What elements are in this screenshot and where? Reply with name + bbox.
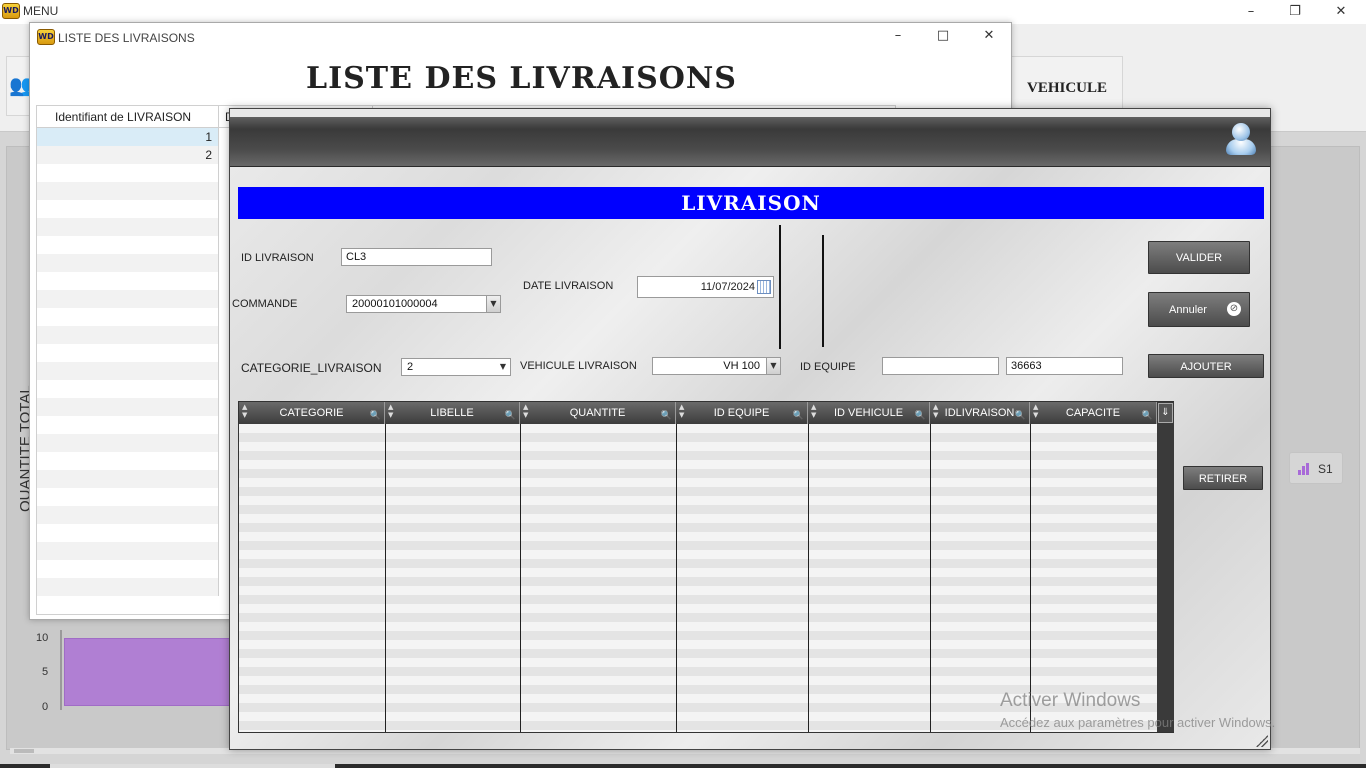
grid-column-categorie[interactable]: ▲ ▼ CATEGORIE 🔍 — [239, 402, 385, 424]
nav-vehicule-button[interactable]: VEHICULE — [1011, 56, 1123, 116]
y-tick-label: 0 — [42, 701, 49, 713]
table-row[interactable]: 2 — [37, 146, 219, 164]
legend-series-label: S1 — [1318, 462, 1333, 476]
date-livraison-input[interactable]: 11/07/2024 — [637, 276, 774, 298]
sort-icon: ▲ ▼ — [933, 403, 939, 419]
calendar-icon[interactable] — [757, 280, 771, 294]
liste-titlebar: WD LISTE DES LIVRAISONS – □ ✕ — [30, 23, 1011, 51]
grid-column-capacite[interactable]: ▲ ▼ CAPACITE 🔍 — [1030, 402, 1157, 424]
sort-icon: ▲ ▼ — [811, 403, 817, 419]
date-livraison-label: DATE LIVRAISON — [523, 280, 614, 292]
separator — [779, 225, 781, 349]
livraison-window: LIVRAISON ID LIVRAISON COMMANDE 20000101… — [229, 108, 1271, 750]
table-row[interactable]: 1 — [37, 128, 219, 146]
id-livraison-label: ID LIVRAISON — [241, 252, 314, 264]
activation-watermark-text: Accédez aux paramètres pour activer Wind… — [1000, 715, 1276, 730]
grid-header: ▲ ▼ CATEGORIE 🔍 ▲ ▼ LIBELLE 🔍 ▲ ▼ QUANTITE 🔍 ▲ ▼ ID… — [239, 402, 1157, 424]
chart-legend: S1 — [1289, 452, 1343, 484]
sort-icon: ▲ ▼ — [523, 403, 529, 419]
grid-column-libelle[interactable]: ▲ ▼ LIBELLE 🔍 — [385, 402, 520, 424]
sort-icon: ▲ ▼ — [242, 403, 248, 419]
sort-icon: ▲ ▼ — [388, 403, 394, 419]
vehicule-livraison-select[interactable]: VH 100 ▼ — [652, 357, 781, 375]
retirer-button[interactable]: RETIRER — [1183, 466, 1263, 490]
ajouter-button[interactable]: AJOUTER — [1148, 354, 1264, 378]
sort-icon: ▲ ▼ — [1033, 403, 1039, 419]
annuler-button[interactable]: Annuler ⊘ — [1148, 292, 1250, 327]
id-livraison-input[interactable] — [341, 248, 492, 266]
chevron-down-icon[interactable]: ▼ — [486, 296, 500, 312]
liste-heading: LISTE DES LIVRAISONS — [306, 61, 737, 96]
main-window-title: MENU — [23, 4, 59, 18]
resize-grip[interactable] — [1256, 735, 1268, 747]
close-button[interactable]: ✕ — [974, 26, 1004, 46]
users-icon: 👥 — [9, 75, 34, 97]
grid-column-quantite[interactable]: ▲ ▼ QUANTITE 🔍 — [520, 402, 676, 424]
id-equipe-label: ID EQUIPE — [800, 361, 856, 373]
commande-select[interactable]: 20000101000004 ▼ — [346, 295, 501, 313]
grid-body[interactable] — [239, 424, 1157, 732]
categorie-livraison-select[interactable]: 2 ▼ — [401, 358, 511, 376]
column-header[interactable]: Identifiant de LIVRAISON — [37, 106, 219, 128]
table-rows: 1 2 — [37, 128, 219, 596]
sort-icon: ▲ ▼ — [679, 403, 685, 419]
categorie-livraison-label: CATEGORIE_LIVRAISON — [241, 361, 382, 375]
app-logo-icon: WD — [2, 3, 20, 19]
commande-label: COMMANDE — [232, 298, 298, 310]
grid-column-id-equipe[interactable]: ▲ ▼ ID EQUIPE 🔍 — [676, 402, 808, 424]
liste-window-title: LISTE DES LIVRAISONS — [58, 31, 195, 45]
y-tick-label: 5 — [42, 666, 49, 678]
vehicule-livraison-label: VEHICULE LIVRAISON — [520, 360, 637, 372]
grid-column-idlivraison[interactable]: ▲ ▼ IDLIVRAISON 🔍 — [930, 402, 1030, 424]
bar-chart-icon — [1298, 463, 1310, 475]
grid-scrollbar[interactable]: ⇓ — [1157, 402, 1174, 732]
livraison-banner: LIVRAISON — [238, 187, 1264, 219]
y-tick-label: 10 — [36, 632, 49, 644]
chevron-down-icon[interactable]: ▼ — [766, 358, 780, 374]
taskbar-strip — [0, 764, 1366, 768]
chart-bar-s1 — [64, 638, 236, 706]
grid-column-id-vehicule[interactable]: ▲ ▼ ID VEHICULE 🔍 — [808, 402, 930, 424]
maximize-button[interactable]: □ — [928, 26, 958, 46]
close-button[interactable]: ✕ — [1326, 2, 1356, 22]
minimize-button[interactable]: – — [1236, 2, 1266, 22]
app-logo-icon: WD — [37, 29, 55, 45]
main-titlebar: WD MENU – ❐ ✕ — [0, 0, 1366, 24]
maximize-button[interactable]: ❐ — [1280, 2, 1310, 22]
chevron-down-icon[interactable]: ▼ — [496, 359, 510, 375]
valider-button[interactable]: VALIDER — [1148, 241, 1250, 274]
activation-watermark-title: Activer Windows — [1000, 690, 1141, 711]
livraison-items-grid[interactable]: ▲ ▼ CATEGORIE 🔍 ▲ ▼ LIBELLE 🔍 ▲ ▼ QUANTITE 🔍 ▲ ▼ ID… — [238, 401, 1174, 733]
user-icon — [1224, 121, 1258, 157]
chart-y-axis — [60, 630, 62, 710]
cancel-icon: ⊘ — [1227, 302, 1241, 316]
minimize-button[interactable]: – — [883, 26, 913, 46]
separator — [822, 235, 824, 347]
livraison-header — [230, 109, 1270, 167]
chevron-double-down-icon[interactable]: ⇓ — [1158, 403, 1173, 423]
id-equipe-input[interactable] — [1006, 357, 1123, 375]
id-equipe-name-input[interactable] — [882, 357, 999, 375]
